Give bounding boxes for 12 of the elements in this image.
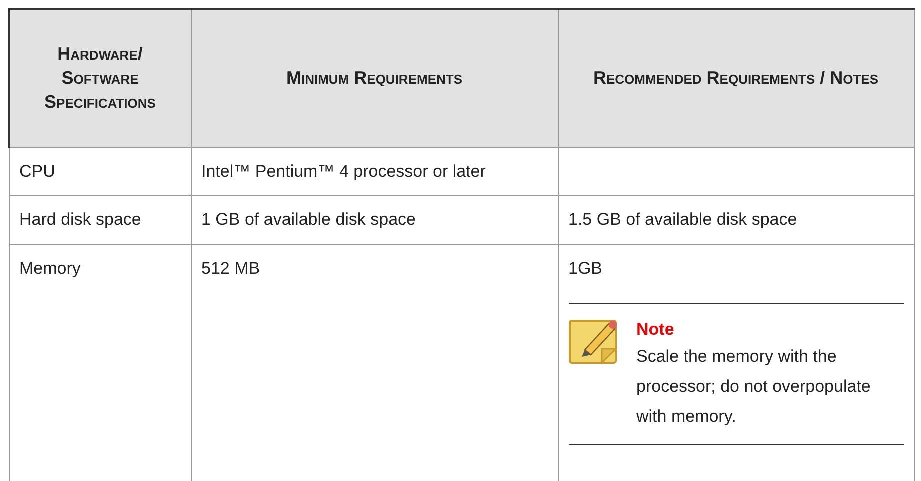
note-text: Scale the memory with the processor; do not overpopulate with memory.	[636, 346, 872, 428]
column-header: Hardware/ Software Specifications	[9, 9, 191, 147]
column-header: Minimum Requirements	[191, 9, 558, 147]
note-title: Note	[636, 318, 674, 341]
table-cell-text: 1GB	[568, 259, 603, 278]
table-cell: Hard disk space	[9, 196, 191, 245]
table-cell: 1 GB of available disk space	[191, 196, 558, 245]
table-cell: 1.5 GB of available disk space	[558, 196, 914, 245]
table-cell: CPU	[9, 147, 191, 196]
table-cell: Intel™ Pentium™ 4 processor or later	[191, 147, 558, 196]
column-header: Recommended Requirements / Notes	[558, 9, 914, 147]
table-cell: Memory	[9, 244, 191, 481]
